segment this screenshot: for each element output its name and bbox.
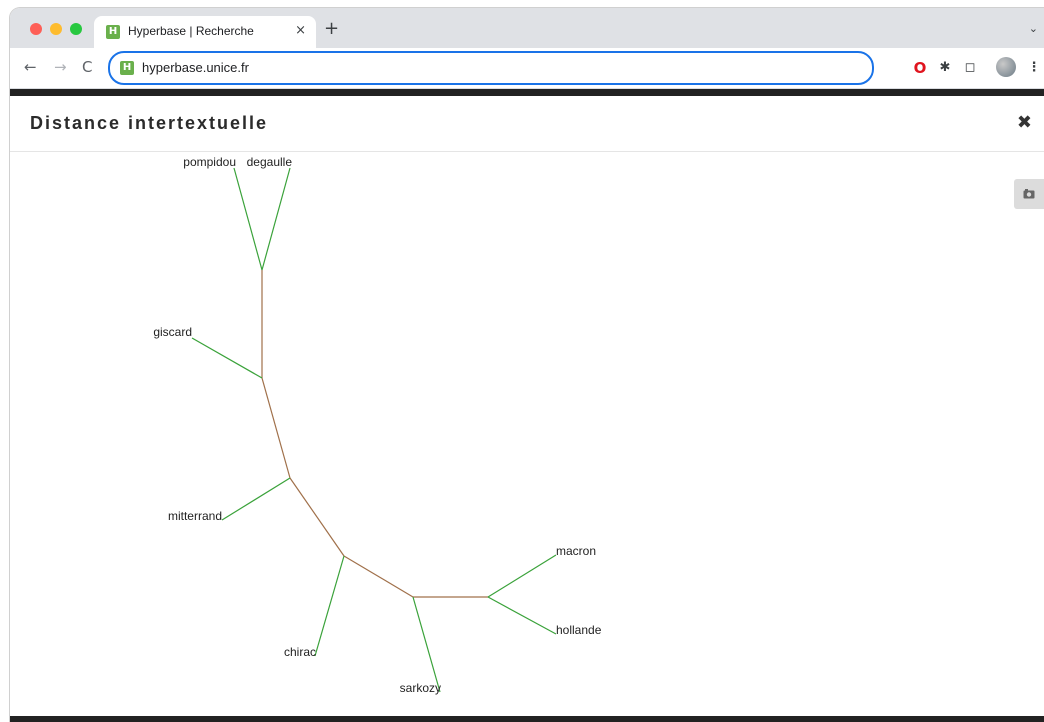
leaf-edge-hollande (487, 596, 557, 635)
page-bottom-band (10, 716, 1044, 722)
close-window-button[interactable] (30, 23, 42, 35)
leaf-edge-chirac (314, 555, 345, 657)
leaf-label-sarkozy: sarkozy (400, 681, 441, 695)
new-tab-button[interactable]: + (324, 18, 339, 39)
internal-edge (261, 377, 291, 479)
forward-icon[interactable]: → (54, 58, 67, 76)
reload-icon[interactable]: C (82, 58, 92, 76)
leaf-label-hollande: hollande (556, 623, 602, 637)
browser-window: H Hyperbase | Recherche × + ⌄ ← → C H hy… (10, 8, 1044, 722)
tab-close-icon[interactable]: × (295, 23, 306, 38)
page-top-band (10, 89, 1044, 96)
url-text[interactable]: hyperbase.unice.fr (142, 60, 249, 75)
leaf-edge-mitterrand (221, 477, 291, 521)
camera-icon (1023, 189, 1035, 199)
back-icon[interactable]: ← (24, 58, 37, 76)
tab-strip: H Hyperbase | Recherche × + ⌄ (10, 8, 1044, 48)
tree-svg: pompidou degaulle giscard mitterrand chirac s… (153, 155, 602, 695)
leaf-label-giscard: giscard (153, 325, 192, 339)
leaf-edge-giscard (191, 337, 263, 379)
avatar-icon[interactable] (996, 57, 1016, 77)
leaf-label-pompidou: pompidou (183, 155, 236, 169)
tree-diagram: pompidou degaulle giscard mitterrand chirac s… (10, 152, 1010, 718)
chevron-down-icon[interactable]: ⌄ (1029, 22, 1038, 35)
leaf-label-chirac: chirac (284, 645, 316, 659)
internal-edge (343, 555, 414, 598)
address-bar[interactable]: H hyperbase.unice.fr (108, 51, 874, 85)
hyperbase-favicon-icon: H (106, 25, 120, 39)
browser-toolbar: ← → C H hyperbase.unice.fr O ✱ ◻ ⋮ (10, 48, 1044, 89)
site-favicon-icon: H (120, 61, 134, 75)
leaf-label-degaulle: degaulle (247, 155, 293, 169)
kebab-menu-icon[interactable]: ⋮ (1026, 60, 1042, 76)
maximize-window-button[interactable] (70, 23, 82, 35)
leaf-label-mitterrand: mitterrand (168, 509, 222, 523)
leaf-label-macron: macron (556, 544, 596, 558)
leaf-edge-macron (487, 554, 557, 598)
leaf-edge-sarkozy (412, 596, 441, 693)
leaf-edge-degaulle (261, 167, 291, 271)
close-icon[interactable]: ✖ (1017, 112, 1032, 133)
tab-title: Hyperbase | Recherche (128, 24, 254, 38)
leaf-edge-pompidou (233, 167, 263, 271)
puzzle-icon[interactable]: ✱ (937, 60, 953, 76)
camera-button[interactable] (1014, 179, 1044, 209)
minimize-window-button[interactable] (50, 23, 62, 35)
opera-icon[interactable]: O (912, 60, 928, 76)
tab-hyperbase[interactable]: H Hyperbase | Recherche × (94, 16, 316, 48)
internal-edge (289, 477, 345, 557)
modal-title: Distance intertextuelle (30, 113, 269, 133)
sidepanel-icon[interactable]: ◻ (962, 60, 978, 76)
modal-header: Distance intertextuelle ✖ (10, 96, 1044, 152)
